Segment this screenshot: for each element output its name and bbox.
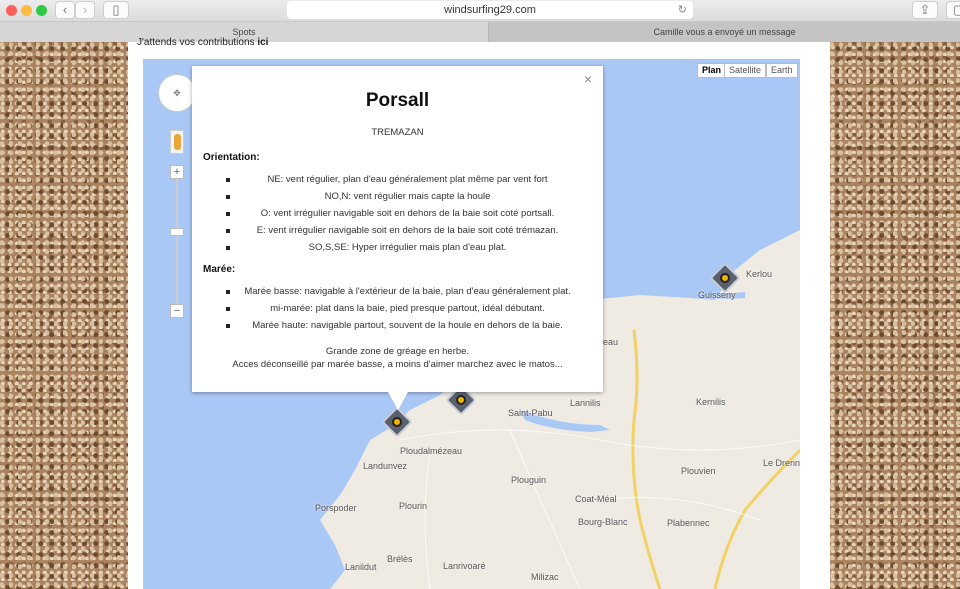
list-item: mi-marée: plat dans la baie, pied presqu… xyxy=(192,300,603,317)
zoom-slider-track[interactable] xyxy=(176,179,178,304)
browser-toolbar: ‹ › ▯ windsurfing29.com ↻ ⇪ ▢ xyxy=(0,0,960,22)
sidebar-icon[interactable]: ▯ xyxy=(103,1,129,19)
tab-message[interactable]: Camille vous a envoyé un message xyxy=(489,22,960,42)
place-label: Brélès xyxy=(387,554,413,564)
address-bar[interactable]: windsurfing29.com ↻ xyxy=(287,1,693,19)
list-item: NE: vent régulier, plan d'eau généraleme… xyxy=(192,171,603,188)
map-type-satellite[interactable]: Satellite xyxy=(724,63,767,78)
footer-line-2: Acces déconseillé par marée basse, a moi… xyxy=(232,359,563,370)
place-label: Lanildut xyxy=(345,562,377,572)
list-item: Marée basse: navigable à l'extérieur de … xyxy=(192,283,603,300)
reload-icon[interactable]: ↻ xyxy=(678,1,687,19)
maree-heading: Marée: xyxy=(203,264,236,275)
info-window-pointer xyxy=(388,392,408,410)
place-label: Plouvien xyxy=(681,466,716,476)
place-label: Kerlou xyxy=(746,269,773,279)
info-window: × Porsall TREMAZAN Orientation: NE: vent… xyxy=(192,66,603,392)
zoom-in-button[interactable]: + xyxy=(170,165,184,179)
place-label: Le Drenne xyxy=(763,458,800,468)
share-icon[interactable]: ⇪ xyxy=(912,1,938,19)
map-type-plan[interactable]: Plan xyxy=(697,63,727,78)
map-type-earth[interactable]: Earth xyxy=(766,63,798,78)
zoom-window-button[interactable] xyxy=(36,5,47,16)
close-window-button[interactable] xyxy=(6,5,17,16)
zoom-slider-thumb[interactable] xyxy=(170,228,184,236)
place-label: Plourin xyxy=(399,501,428,511)
place-label: Landunvez xyxy=(363,461,408,471)
place-label: Porspoder xyxy=(315,503,357,513)
maree-list: Marée basse: navigable à l'extérieur de … xyxy=(192,283,603,334)
contributions-text: J'attends vos contributions ici xyxy=(137,37,268,48)
place-label: Ploudalmézeau xyxy=(400,446,463,456)
footer-line-1: Grande zone de gréage en herbe. xyxy=(325,346,470,357)
spot-subtitle: TREMAZAN xyxy=(371,127,424,138)
place-label: Lannilis xyxy=(570,398,601,408)
place-label: Plouguin xyxy=(511,475,547,485)
forward-button[interactable]: › xyxy=(75,1,95,19)
place-label: Saint-Pabu xyxy=(508,408,553,418)
list-item: E: vent irrégulier navigable soit en deh… xyxy=(192,222,603,239)
list-item: Marée haute: navigable partout, souvent … xyxy=(192,317,603,334)
orientation-list: NE: vent régulier, plan d'eau généraleme… xyxy=(192,171,603,256)
place-label: Guisseny xyxy=(698,290,736,300)
background-left xyxy=(0,42,128,589)
background-right xyxy=(830,42,960,589)
back-button[interactable]: ‹ xyxy=(55,1,75,19)
tabs-icon[interactable]: ▢ xyxy=(946,1,960,19)
contrib-link[interactable]: ici xyxy=(257,37,268,48)
spot-title: Porsall xyxy=(365,90,430,111)
place-label: Kernilis xyxy=(696,397,726,407)
zoom-out-button[interactable]: − xyxy=(170,304,184,318)
url-text: windsurfing29.com xyxy=(444,4,536,16)
pan-control[interactable]: ✥ xyxy=(158,74,196,112)
close-icon[interactable]: × xyxy=(584,71,592,87)
place-label: Lanrivoaré xyxy=(443,561,486,571)
place-label: Bourg-Blanc xyxy=(578,517,628,527)
list-item: NO,N: vent régulier mais capte la houle xyxy=(192,188,603,205)
place-label: Coat-Méal xyxy=(575,494,617,504)
list-item: SO,S,SE: Hyper irrégulier mais plan d'ea… xyxy=(192,239,603,256)
list-item: O: vent irrégulier navigable soit en deh… xyxy=(192,205,603,222)
orientation-heading: Orientation: xyxy=(203,152,260,163)
place-label: Milizac xyxy=(531,572,559,582)
contrib-label: J'attends vos contributions xyxy=(137,37,258,48)
place-label: Plabennec xyxy=(667,518,710,528)
minimize-window-button[interactable] xyxy=(21,5,32,16)
street-view-pegman-icon[interactable] xyxy=(170,130,184,154)
